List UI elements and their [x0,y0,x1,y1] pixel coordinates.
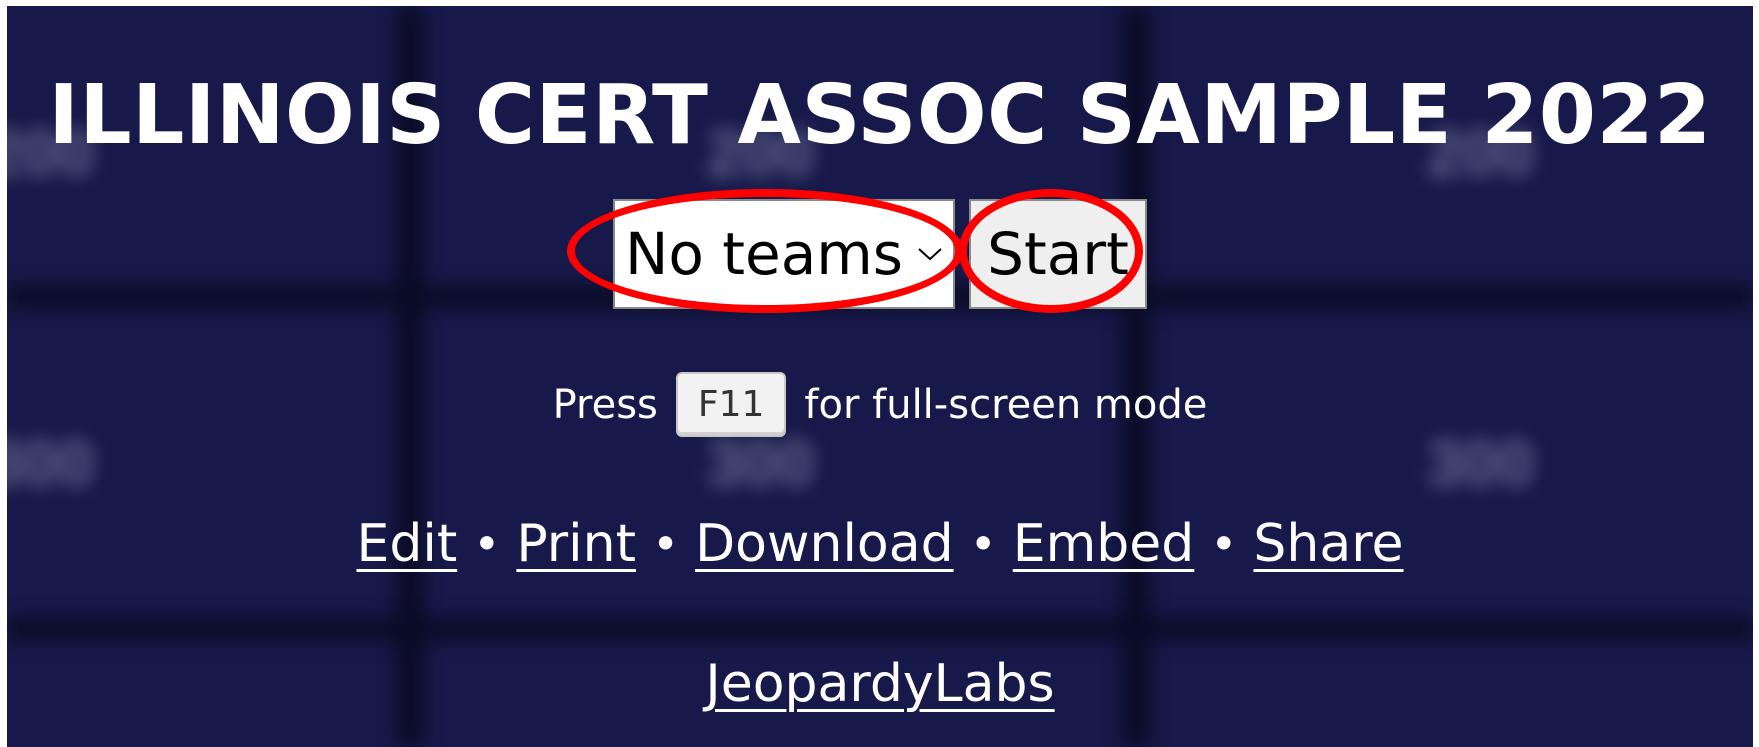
start-button-wrapper: Start [959,189,1147,313]
action-links: Edit • Print • Download • Embed • Share [7,514,1753,574]
print-link[interactable]: Print [516,514,636,574]
fullscreen-hint: Press F11 for full-screen mode [7,372,1753,437]
link-separator: • [1210,517,1238,571]
edit-link[interactable]: Edit [357,514,458,574]
start-controls: No teams Start [7,189,1753,313]
link-separator: • [969,517,997,571]
embed-link[interactable]: Embed [1013,514,1195,574]
team-select-value: No teams [625,220,903,288]
start-overlay: ILLINOIS CERT ASSOC SAMPLE 2022 No teams… [7,6,1753,747]
team-count-select[interactable]: No teams [613,199,955,309]
link-separator: • [473,517,501,571]
start-button[interactable]: Start [969,199,1147,309]
hint-prefix: Press [552,381,658,428]
download-link[interactable]: Download [695,514,953,574]
link-separator: • [651,517,680,571]
brand-footer: JeopardyLabs [7,654,1753,714]
f11-key: F11 [675,372,787,437]
hint-suffix: for full-screen mode [804,381,1208,428]
team-select-wrapper: No teams [567,189,963,313]
game-title: ILLINOIS CERT ASSOC SAMPLE 2022 [48,68,1712,163]
share-link[interactable]: Share [1253,514,1403,574]
jeopardylabs-link[interactable]: JeopardyLabs [705,654,1054,714]
chevron-down-icon [918,248,942,261]
game-screen: 200 200 200 300 300 300 ILLINOIS CERT AS… [7,6,1753,747]
